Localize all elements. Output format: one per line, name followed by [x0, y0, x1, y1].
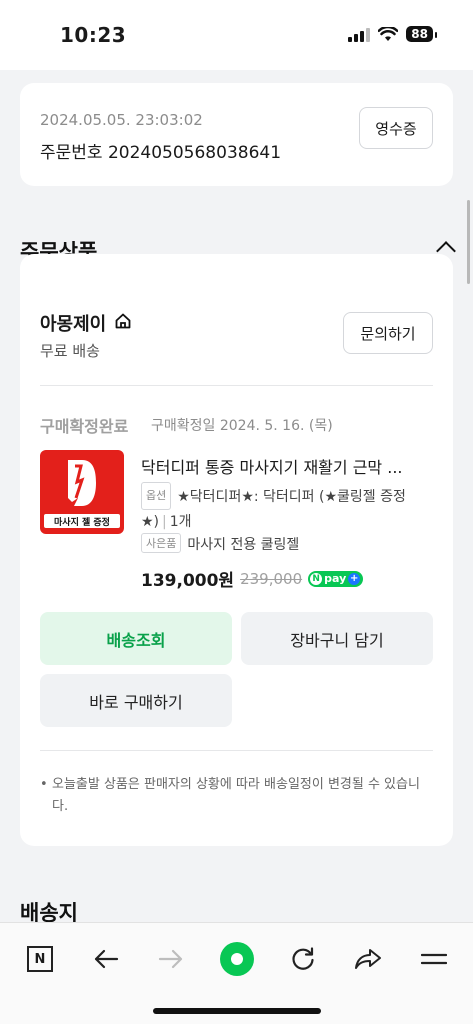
original-price: 239,000 — [240, 569, 303, 588]
status-bar: 10:23 88 — [0, 0, 473, 70]
purchase-status: 구매확정완료 — [40, 417, 129, 436]
plus-icon: + — [348, 572, 361, 585]
buy-now-button[interactable]: 바로 구매하기 — [40, 674, 232, 727]
back-button[interactable] — [86, 939, 126, 979]
wifi-icon — [378, 26, 399, 41]
n-icon: N — [27, 946, 53, 972]
seller-name[interactable]: 아몽제이 — [40, 310, 106, 336]
gift-tag: 사은품 — [141, 533, 182, 553]
product-name[interactable]: 닥터디퍼 통증 마사지기 재활기 근막 ... — [141, 454, 433, 478]
order-number: 주문번호 2024050568038641 — [40, 143, 282, 163]
npay-label: pay — [324, 572, 347, 585]
reload-icon — [292, 947, 314, 970]
delivery-notice: 오늘출발 상품은 판매자의 상황에 따라 배송일정이 변경될 수 있습니다. — [40, 774, 433, 818]
arrow-right-icon — [158, 949, 183, 969]
share-button[interactable] — [348, 939, 388, 979]
npay-badge: N pay + — [308, 570, 364, 587]
separator: | — [162, 514, 167, 530]
green-dot-icon — [220, 942, 254, 976]
npay-n-icon: N — [310, 572, 323, 585]
battery-icon: 88 — [406, 26, 437, 42]
quantity: 1개 — [169, 514, 192, 530]
home-indicator — [153, 1008, 321, 1014]
status-icons: 88 — [348, 26, 437, 42]
hamburger-menu-icon — [421, 953, 447, 965]
cellular-signal-icon — [348, 27, 371, 42]
menu-button[interactable] — [414, 939, 454, 979]
brand-logo-image — [68, 460, 96, 506]
price-row: 139,000원 239,000 N pay + — [141, 566, 364, 591]
shipping-type: 무료 배송 — [40, 342, 100, 360]
track-delivery-button[interactable]: 배송조회 — [40, 612, 232, 665]
receipt-button[interactable]: 영수증 — [359, 107, 433, 149]
thumbnail-badge: 마사지 젤 증정 — [44, 514, 120, 528]
gift-row: 사은품 마사지 전용 쿨링젤 — [141, 533, 299, 554]
arrow-left-icon — [94, 949, 119, 969]
product-card: 아몽제이 무료 배송 문의하기 구매확정완료 구매확정일 2024. 5. 16… — [20, 254, 453, 846]
home-icon[interactable] — [114, 312, 132, 330]
sale-price: 139,000원 — [141, 571, 235, 591]
divider — [40, 385, 433, 386]
product-thumbnail[interactable]: 마사지 젤 증정 — [40, 450, 124, 534]
scrollbar[interactable] — [467, 200, 470, 284]
status-time: 10:23 — [60, 23, 127, 47]
divider — [40, 750, 433, 751]
forward-button[interactable] — [151, 939, 191, 979]
product-option: 옵션 ★닥터디퍼★: 닥터디퍼 (★쿨링젤 증정★) | 1개 — [141, 482, 433, 534]
inquiry-button[interactable]: 문의하기 — [343, 312, 433, 354]
add-to-cart-button[interactable]: 장바구니 담기 — [241, 612, 433, 665]
reload-button[interactable] — [283, 939, 323, 979]
option-tag: 옵션 — [141, 482, 172, 510]
purchase-confirm-date: 구매확정일 2024. 5. 16. (목) — [151, 418, 333, 434]
share-icon — [355, 949, 381, 969]
green-dot-button[interactable] — [217, 939, 257, 979]
naver-home-button[interactable]: N — [20, 939, 60, 979]
order-info-card: 2024.05.05. 23:03:02 주문번호 20240505680386… — [20, 83, 453, 186]
order-datetime: 2024.05.05. 23:03:02 — [40, 111, 203, 129]
gift-text: 마사지 전용 쿨링젤 — [187, 537, 300, 553]
